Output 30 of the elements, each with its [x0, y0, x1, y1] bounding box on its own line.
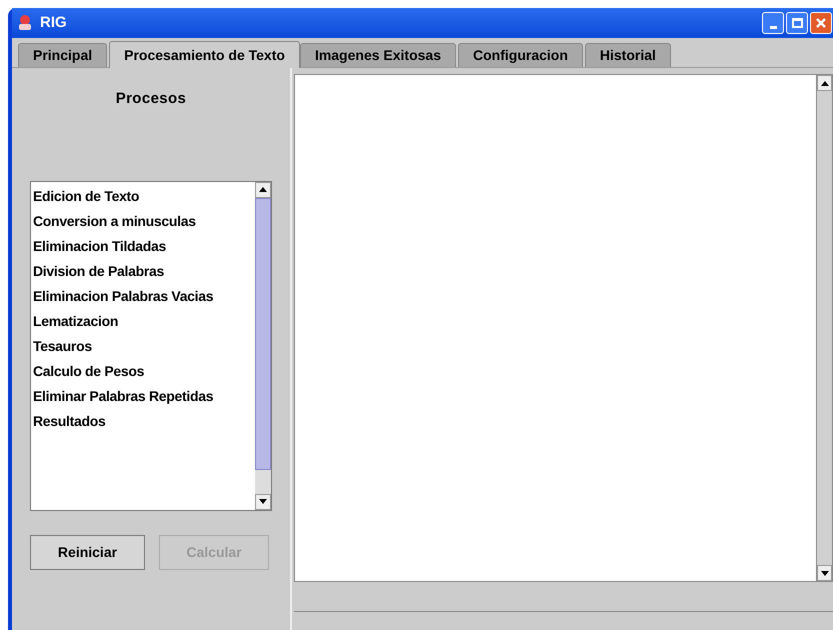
- scrollbar[interactable]: [255, 182, 271, 510]
- list-item[interactable]: Resultados: [33, 408, 255, 434]
- list-item[interactable]: Conversion a minusculas: [33, 208, 255, 234]
- close-button[interactable]: [810, 12, 832, 34]
- list-item[interactable]: Eliminacion Tildadas: [33, 234, 255, 258]
- list-item[interactable]: Eliminar Palabras Repetidas: [33, 384, 255, 408]
- list-item[interactable]: Division de Palabras: [33, 258, 255, 284]
- panel-heading: Procesos: [114, 89, 188, 109]
- list-item[interactable]: Calculo de Pesos: [33, 358, 255, 384]
- action-button[interactable]: Reiniciar: [30, 534, 145, 570]
- scroll-up-icon[interactable]: [255, 182, 271, 198]
- app-icon: [16, 14, 34, 32]
- maximize-button[interactable]: [786, 12, 808, 34]
- tab[interactable]: Imagenes Exitosas: [300, 43, 456, 67]
- tab[interactable]: Historial: [584, 43, 671, 67]
- tab[interactable]: Procesamiento de Texto: [109, 41, 300, 68]
- scroll-thumb[interactable]: [255, 198, 271, 470]
- list-item[interactable]: Lematizacion: [33, 308, 255, 334]
- scrollbar[interactable]: [816, 75, 832, 581]
- list-item[interactable]: Edicion de Texto: [33, 184, 255, 208]
- minimize-button[interactable]: [762, 12, 784, 34]
- list-item[interactable]: Tesauros: [33, 334, 255, 358]
- list-item[interactable]: Eliminacion Palabras Vacias: [33, 284, 255, 308]
- tab[interactable]: Principal: [18, 43, 108, 67]
- window-title: RIG: [40, 12, 67, 33]
- scroll-up-icon[interactable]: [817, 75, 832, 91]
- close-icon: [815, 17, 827, 29]
- scroll-down-icon[interactable]: [817, 565, 832, 581]
- tab[interactable]: Configuracion: [458, 43, 583, 67]
- scroll-down-icon[interactable]: [255, 494, 271, 510]
